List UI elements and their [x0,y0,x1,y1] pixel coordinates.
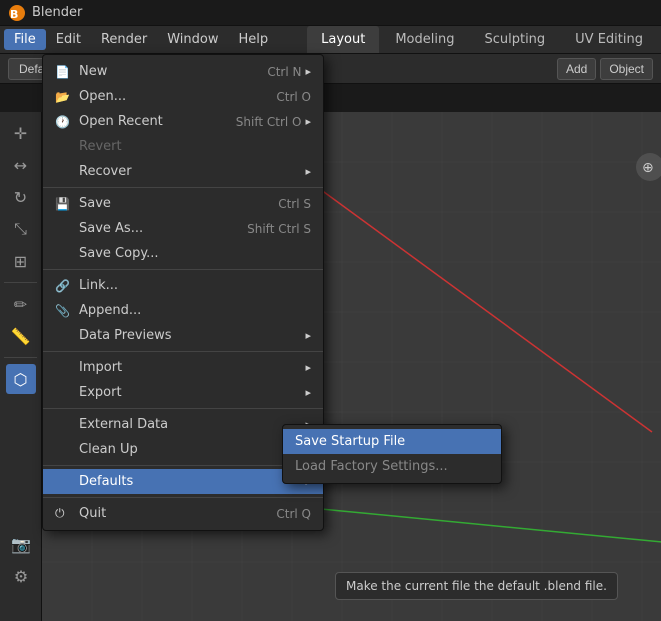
file-menu-new[interactable]: 📄 New Ctrl N ▸ [43,59,323,84]
file-menu-clean-up-label: Clean Up [79,442,138,457]
import-arrow-icon: ▸ [305,361,311,374]
load-factory-settings-label: Load Factory Settings... [295,459,448,474]
file-menu-open-recent[interactable]: 🕐 Open Recent Shift Ctrl O ▸ [43,109,323,134]
tooltip-text: Make the current file the default .blend… [346,579,607,593]
sidebar-settings-icon[interactable]: ⚙ [6,561,36,591]
save-startup-file-item[interactable]: Save Startup File [283,429,501,454]
tab-uv-editing[interactable]: UV Editing [561,26,657,53]
sidebar-cursor-icon[interactable]: ✛ [6,118,36,148]
top-bar: B Blender [0,0,661,26]
file-menu-export[interactable]: Export ▸ [43,380,323,405]
file-menu-revert-label: Revert [79,139,122,154]
menu-render[interactable]: Render [91,29,157,50]
file-menu-revert: Revert [43,134,323,159]
file-menu-append-label: Append... [79,303,141,318]
save-icon: 💾 [55,197,75,211]
menu-edit[interactable]: Edit [46,29,91,50]
file-menu-save[interactable]: 💾 Save Ctrl S [43,191,323,216]
sidebar-separator [4,282,37,283]
load-factory-settings-item[interactable]: Load Factory Settings... [283,454,501,479]
menu-help[interactable]: Help [229,29,279,50]
svg-text:⊕: ⊕ [642,160,654,176]
sidebar-rotate-icon[interactable]: ↻ [6,182,36,212]
tooltip: Make the current file the default .blend… [335,572,618,600]
file-menu-save-label: Save [79,196,111,211]
tab-sculpting[interactable]: Sculpting [470,26,559,53]
file-menu-open-recent-label: Open Recent [79,114,163,129]
file-menu-link-label: Link... [79,278,118,293]
file-menu-new-shortcut: Ctrl N [267,65,301,79]
file-menu-link[interactable]: 🔗 Link... [43,273,323,298]
file-menu-save-copy[interactable]: Save Copy... [43,241,323,266]
menu-sep-6 [43,497,323,498]
file-menu-append[interactable]: 📎 Append... [43,298,323,323]
menu-sep-2 [43,269,323,270]
file-menu-quit-label: Quit [79,506,106,521]
tab-modeling[interactable]: Modeling [381,26,468,53]
file-menu-external-data-label: External Data [79,417,168,432]
file-menu-quit[interactable]: ⏻ Quit Ctrl Q [43,501,323,526]
file-menu-recover[interactable]: Recover ▸ [43,159,323,184]
sidebar-separator2 [4,357,37,358]
tab-layout[interactable]: Layout [307,26,379,53]
file-menu-save-as-label: Save As... [79,221,143,236]
menu-sep-4 [43,408,323,409]
app-title: Blender [32,5,82,20]
sidebar-transform-icon[interactable]: ⊞ [6,246,36,276]
new-file-icon: 📄 [55,65,75,79]
menu-sep-5 [43,465,323,466]
append-icon: 📎 [55,304,75,318]
file-menu-save-copy-label: Save Copy... [79,246,159,261]
menu-sep-1 [43,187,323,188]
recent-arrow-icon: ▸ [305,115,311,128]
file-menu-open[interactable]: 📂 Open... Ctrl O [43,84,323,109]
sidebar-scale-icon[interactable]: ⤡ [6,214,36,244]
menu-file[interactable]: File [4,29,46,50]
left-sidebar: ✛ ↔ ↻ ⤡ ⊞ ✏ 📏 ⬡ 📷 ⚙ [0,112,42,621]
file-menu-save-as[interactable]: Save As... Shift Ctrl S [43,216,323,241]
file-menu-defaults-label: Defaults [79,474,133,489]
file-menu-import-label: Import [79,360,122,375]
file-menu-new-label: New [79,64,107,79]
sidebar-annotate-icon[interactable]: ✏ [6,289,36,319]
file-menu-clean-up[interactable]: Clean Up ▸ [43,437,323,462]
menu-window[interactable]: Window [157,29,228,50]
sidebar-move-icon[interactable]: ↔ [6,150,36,180]
data-previews-arrow-icon: ▸ [305,329,311,342]
recent-icon: 🕐 [55,115,75,129]
file-menu-defaults[interactable]: Defaults ▸ [43,469,323,494]
object-button[interactable]: Object [600,58,653,80]
file-menu-data-previews-label: Data Previews [79,328,172,343]
menu-bar: File Edit Render Window Help Layout Mode… [0,26,661,54]
file-menu-save-as-shortcut: Shift Ctrl S [247,222,311,236]
sidebar-camera-icon[interactable]: 📷 [6,529,36,559]
file-menu-data-previews[interactable]: Data Previews ▸ [43,323,323,348]
recover-arrow-icon: ▸ [305,165,311,178]
export-arrow-icon: ▸ [305,386,311,399]
blender-logo-icon: B [8,4,26,22]
quit-icon: ⏻ [55,506,75,521]
link-icon: 🔗 [55,279,75,293]
svg-text:B: B [10,8,18,21]
defaults-submenu: Save Startup File Load Factory Settings.… [282,424,502,484]
add-button[interactable]: Add [557,58,596,80]
new-arrow-icon: ▸ [305,65,311,78]
save-startup-file-label: Save Startup File [295,434,405,449]
file-menu-export-label: Export [79,385,122,400]
file-menu-recover-label: Recover [79,164,132,179]
open-icon: 📂 [55,90,75,104]
menu-sep-3 [43,351,323,352]
file-menu-quit-shortcut: Ctrl Q [276,507,311,521]
file-menu-open-label: Open... [79,89,126,104]
file-menu-open-shortcut: Ctrl O [276,90,311,104]
file-menu-open-recent-shortcut: Shift Ctrl O [236,115,302,129]
file-menu-external-data[interactable]: External Data ▸ [43,412,323,437]
sidebar-add-cube-icon[interactable]: ⬡ [6,364,36,394]
sidebar-measure-icon[interactable]: 📏 [6,321,36,351]
file-menu-import[interactable]: Import ▸ [43,355,323,380]
file-menu-save-shortcut: Ctrl S [278,197,311,211]
